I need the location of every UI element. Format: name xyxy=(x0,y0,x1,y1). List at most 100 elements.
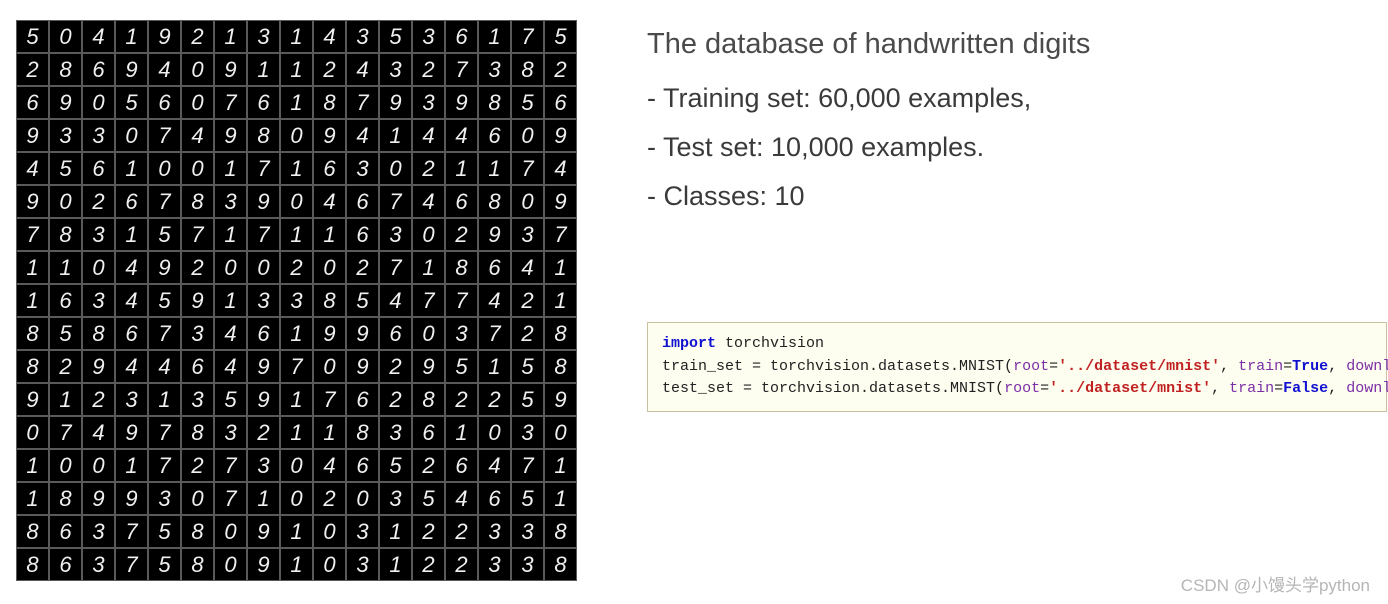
digit-cell: 3 xyxy=(379,482,412,515)
module-name: torchvision xyxy=(716,335,824,352)
digit-cell: 0 xyxy=(346,482,379,515)
digit-cell: 8 xyxy=(16,317,49,350)
digit-cell: 7 xyxy=(148,317,181,350)
digit-cell: 0 xyxy=(49,449,82,482)
digit-cell: 5 xyxy=(511,482,544,515)
digit-cell: 0 xyxy=(49,185,82,218)
digit-cell: 6 xyxy=(148,86,181,119)
digit-cell: 3 xyxy=(412,20,445,53)
digit-cell: 2 xyxy=(511,284,544,317)
digit-cell: 8 xyxy=(544,350,577,383)
param-train: train xyxy=(1238,358,1283,375)
root-path: '../dataset/mnist' xyxy=(1058,358,1220,375)
equals: = xyxy=(1283,358,1292,375)
digit-cell: 1 xyxy=(478,152,511,185)
digit-cell: 7 xyxy=(379,251,412,284)
digit-cell: 7 xyxy=(148,416,181,449)
digit-cell: 3 xyxy=(346,548,379,581)
digit-cell: 6 xyxy=(49,548,82,581)
digit-cell: 9 xyxy=(148,20,181,53)
digit-cell: 6 xyxy=(346,185,379,218)
digit-cell: 8 xyxy=(478,86,511,119)
digit-cell: 1 xyxy=(379,515,412,548)
digit-cell: 0 xyxy=(280,449,313,482)
digit-cell: 1 xyxy=(379,548,412,581)
digit-cell: 2 xyxy=(511,317,544,350)
code-line-1: import torchvision xyxy=(662,333,1372,356)
digit-cell: 7 xyxy=(412,284,445,317)
digit-cell: 4 xyxy=(148,350,181,383)
digit-cell: 1 xyxy=(148,383,181,416)
digit-cell: 4 xyxy=(511,251,544,284)
param-download: download xyxy=(1346,380,1388,397)
digit-cell: 4 xyxy=(115,284,148,317)
digit-cell: 7 xyxy=(181,218,214,251)
digit-cell: 7 xyxy=(346,86,379,119)
digit-cell: 7 xyxy=(247,152,280,185)
digit-cell: 8 xyxy=(181,185,214,218)
digit-cell: 3 xyxy=(82,119,115,152)
digit-cell: 9 xyxy=(181,284,214,317)
digit-cell: 1 xyxy=(214,218,247,251)
digit-cell: 6 xyxy=(445,185,478,218)
digit-cell: 0 xyxy=(181,482,214,515)
digit-cell: 6 xyxy=(346,449,379,482)
digit-cell: 0 xyxy=(280,185,313,218)
digit-cell: 7 xyxy=(49,416,82,449)
digit-cell: 9 xyxy=(313,317,346,350)
digit-cell: 9 xyxy=(247,185,280,218)
digit-cell: 2 xyxy=(16,53,49,86)
digit-cell: 6 xyxy=(478,251,511,284)
digit-cell: 2 xyxy=(379,383,412,416)
digit-cell: 3 xyxy=(511,218,544,251)
digit-cell: 2 xyxy=(412,548,445,581)
digit-cell: 4 xyxy=(115,251,148,284)
digit-cell: 0 xyxy=(49,20,82,53)
digit-cell: 0 xyxy=(379,152,412,185)
digit-cell: 3 xyxy=(478,548,511,581)
digit-cell: 2 xyxy=(313,53,346,86)
digit-cell: 2 xyxy=(247,416,280,449)
digit-cell: 4 xyxy=(346,119,379,152)
digit-cell: 7 xyxy=(280,350,313,383)
digit-cell: 0 xyxy=(247,251,280,284)
digit-cell: 8 xyxy=(49,53,82,86)
description-line-0: - Training set: 60,000 examples, xyxy=(647,83,1387,114)
digit-cell: 1 xyxy=(115,20,148,53)
digit-cell: 5 xyxy=(148,218,181,251)
digit-cell: 3 xyxy=(214,185,247,218)
digit-cell: 9 xyxy=(379,86,412,119)
digit-cell: 8 xyxy=(247,119,280,152)
digit-cell: 1 xyxy=(280,218,313,251)
digit-cell: 3 xyxy=(82,548,115,581)
digit-cell: 5 xyxy=(115,86,148,119)
digit-cell: 0 xyxy=(511,119,544,152)
digit-cell: 1 xyxy=(313,416,346,449)
digit-cell: 7 xyxy=(148,185,181,218)
digit-cell: 6 xyxy=(445,20,478,53)
digit-cell: 3 xyxy=(181,383,214,416)
digit-cell: 2 xyxy=(313,482,346,515)
digit-cell: 8 xyxy=(16,548,49,581)
digit-cell: 3 xyxy=(511,416,544,449)
digit-cell: 7 xyxy=(214,449,247,482)
digit-cell: 1 xyxy=(115,218,148,251)
digit-cell: 8 xyxy=(16,350,49,383)
digit-cell: 2 xyxy=(181,20,214,53)
digit-cell: 3 xyxy=(379,416,412,449)
digit-cell: 8 xyxy=(49,218,82,251)
digit-cell: 4 xyxy=(412,119,445,152)
digit-cell: 4 xyxy=(313,185,346,218)
digit-cell: 4 xyxy=(445,482,478,515)
bool-false: False xyxy=(1283,380,1328,397)
param-root: root xyxy=(1004,380,1040,397)
digit-cell: 1 xyxy=(544,251,577,284)
digit-cell: 3 xyxy=(346,515,379,548)
digit-cell: 1 xyxy=(544,482,577,515)
digit-cell: 9 xyxy=(115,482,148,515)
digit-cell: 4 xyxy=(346,53,379,86)
digit-cell: 2 xyxy=(412,152,445,185)
digit-cell: 4 xyxy=(16,152,49,185)
digit-cell: 0 xyxy=(544,416,577,449)
digit-cell: 5 xyxy=(544,20,577,53)
